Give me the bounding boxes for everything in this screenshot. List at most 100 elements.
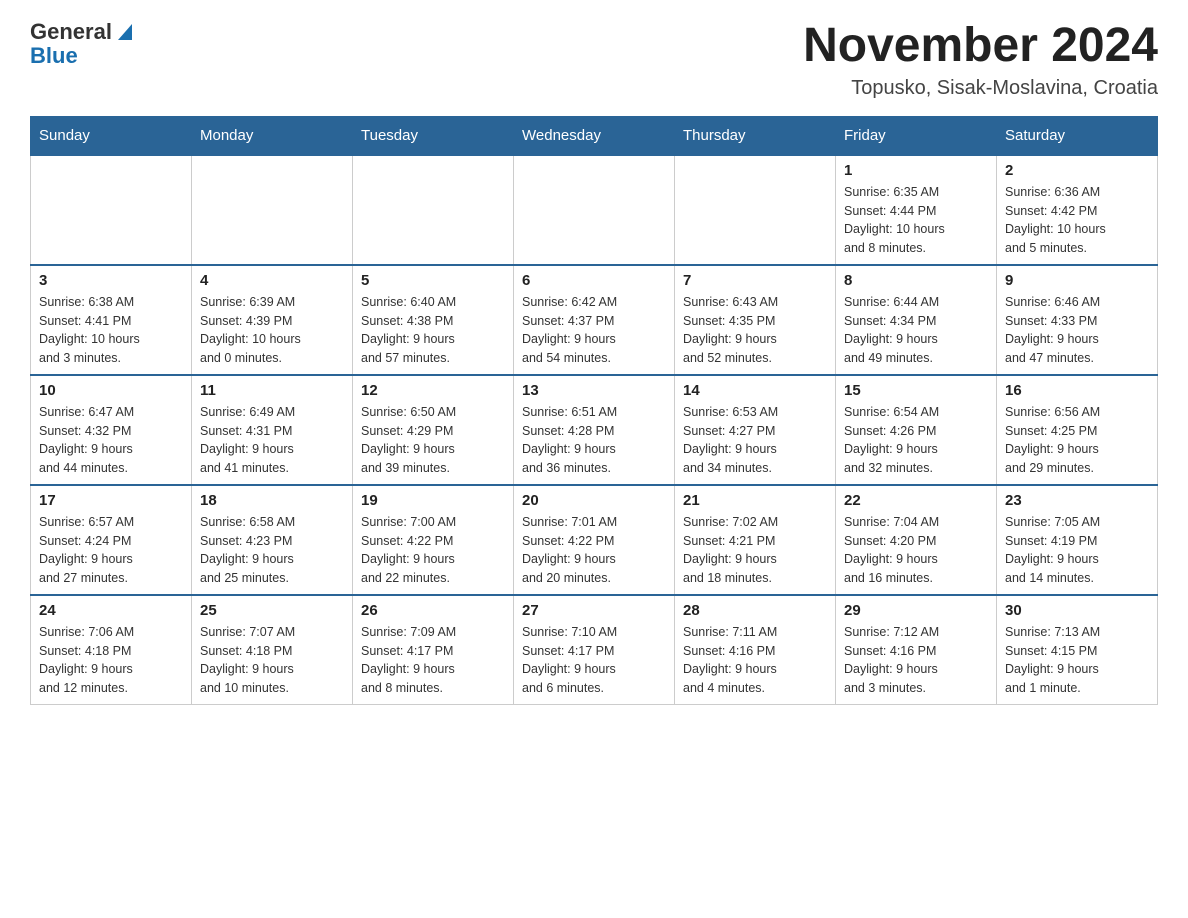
- day-info: Sunrise: 7:07 AM Sunset: 4:18 PM Dayligh…: [200, 623, 344, 698]
- day-number: 25: [200, 602, 344, 619]
- calendar-cell: 29Sunrise: 7:12 AM Sunset: 4:16 PM Dayli…: [836, 595, 997, 705]
- calendar-cell: 24Sunrise: 7:06 AM Sunset: 4:18 PM Dayli…: [31, 595, 192, 705]
- weekday-header-wednesday: Wednesday: [514, 116, 675, 155]
- weekday-header-tuesday: Tuesday: [353, 116, 514, 155]
- logo-text-blue: Blue: [30, 44, 136, 68]
- day-info: Sunrise: 7:09 AM Sunset: 4:17 PM Dayligh…: [361, 623, 505, 698]
- calendar-cell: 2Sunrise: 6:36 AM Sunset: 4:42 PM Daylig…: [997, 155, 1158, 265]
- week-row-4: 17Sunrise: 6:57 AM Sunset: 4:24 PM Dayli…: [31, 485, 1158, 595]
- day-info: Sunrise: 7:10 AM Sunset: 4:17 PM Dayligh…: [522, 623, 666, 698]
- day-number: 26: [361, 602, 505, 619]
- calendar-cell: 7 Sunrise: 6:43 AM Sunset: 4:35 PM Daylig…: [675, 265, 836, 375]
- calendar-cell: [675, 155, 836, 265]
- week-row-1: 1 Sunrise: 6:35 AM Sunset: 4:44 PM Daylig…: [31, 155, 1158, 265]
- calendar-cell: 27 Sunrise: 7:10 AM Sunset: 4:17 PM Dayli…: [514, 595, 675, 705]
- day-info: Sunrise: 6:35 AM Sunset: 4:44 PM Dayligh…: [844, 183, 988, 258]
- day-number: 14: [683, 382, 827, 399]
- day-number: 17: [39, 492, 183, 509]
- calendar-cell: 19 Sunrise: 7:00 AM Sunset: 4:22 PM Dayli…: [353, 485, 514, 595]
- calendar-cell: 16Sunrise: 6:56 AM Sunset: 4:25 PM Dayli…: [997, 375, 1158, 485]
- calendar-cell: 8Sunrise: 6:44 AM Sunset: 4:34 PM Daylig…: [836, 265, 997, 375]
- page-title: November 2024: [803, 20, 1158, 73]
- calendar-cell: 26 Sunrise: 7:09 AM Sunset: 4:17 PM Dayli…: [353, 595, 514, 705]
- weekday-header-friday: Friday: [836, 116, 997, 155]
- page-header: General Blue November 2024 Topusko, Sisa…: [30, 20, 1158, 100]
- calendar-cell: 25 Sunrise: 7:07 AM Sunset: 4:18 PM Dayli…: [192, 595, 353, 705]
- calendar-cell: 10Sunrise: 6:47 AM Sunset: 4:32 PM Dayli…: [31, 375, 192, 485]
- day-info: Sunrise: 6:43 AM Sunset: 4:35 PM Dayligh…: [683, 293, 827, 368]
- day-number: 15: [844, 382, 988, 399]
- day-info: Sunrise: 7:11 AM Sunset: 4:16 PM Dayligh…: [683, 623, 827, 698]
- calendar-cell: 5 Sunrise: 6:40 AM Sunset: 4:38 PM Daylig…: [353, 265, 514, 375]
- day-number: 27: [522, 602, 666, 619]
- page-subtitle: Topusko, Sisak-Moslavina, Croatia: [803, 77, 1158, 100]
- day-number: 16: [1005, 382, 1149, 399]
- calendar-cell: 18 Sunrise: 6:58 AM Sunset: 4:23 PM Dayli…: [192, 485, 353, 595]
- week-row-2: 3 Sunrise: 6:38 AM Sunset: 4:41 PM Daylig…: [31, 265, 1158, 375]
- day-info: Sunrise: 6:50 AM Sunset: 4:29 PM Dayligh…: [361, 403, 505, 478]
- calendar-cell: 1 Sunrise: 6:35 AM Sunset: 4:44 PM Daylig…: [836, 155, 997, 265]
- day-number: 5: [361, 272, 505, 289]
- day-info: Sunrise: 7:12 AM Sunset: 4:16 PM Dayligh…: [844, 623, 988, 698]
- calendar-cell: 23Sunrise: 7:05 AM Sunset: 4:19 PM Dayli…: [997, 485, 1158, 595]
- day-number: 11: [200, 382, 344, 399]
- weekday-header-sunday: Sunday: [31, 116, 192, 155]
- day-number: 20: [522, 492, 666, 509]
- calendar-cell: 3 Sunrise: 6:38 AM Sunset: 4:41 PM Daylig…: [31, 265, 192, 375]
- day-info: Sunrise: 6:44 AM Sunset: 4:34 PM Dayligh…: [844, 293, 988, 368]
- day-number: 1: [844, 162, 988, 179]
- day-info: Sunrise: 6:38 AM Sunset: 4:41 PM Dayligh…: [39, 293, 183, 368]
- calendar-cell: 6 Sunrise: 6:42 AM Sunset: 4:37 PM Daylig…: [514, 265, 675, 375]
- calendar-cell: 12 Sunrise: 6:50 AM Sunset: 4:29 PM Dayli…: [353, 375, 514, 485]
- day-info: Sunrise: 6:42 AM Sunset: 4:37 PM Dayligh…: [522, 293, 666, 368]
- day-number: 2: [1005, 162, 1149, 179]
- title-block: November 2024 Topusko, Sisak-Moslavina, …: [803, 20, 1158, 100]
- day-number: 10: [39, 382, 183, 399]
- calendar-cell: 17Sunrise: 6:57 AM Sunset: 4:24 PM Dayli…: [31, 485, 192, 595]
- day-info: Sunrise: 6:53 AM Sunset: 4:27 PM Dayligh…: [683, 403, 827, 478]
- day-info: Sunrise: 7:04 AM Sunset: 4:20 PM Dayligh…: [844, 513, 988, 588]
- day-info: Sunrise: 7:00 AM Sunset: 4:22 PM Dayligh…: [361, 513, 505, 588]
- day-info: Sunrise: 6:58 AM Sunset: 4:23 PM Dayligh…: [200, 513, 344, 588]
- day-number: 3: [39, 272, 183, 289]
- day-number: 9: [1005, 272, 1149, 289]
- day-info: Sunrise: 7:01 AM Sunset: 4:22 PM Dayligh…: [522, 513, 666, 588]
- calendar-cell: 9 Sunrise: 6:46 AM Sunset: 4:33 PM Daylig…: [997, 265, 1158, 375]
- day-info: Sunrise: 7:02 AM Sunset: 4:21 PM Dayligh…: [683, 513, 827, 588]
- calendar-cell: [514, 155, 675, 265]
- calendar-header-row: SundayMondayTuesdayWednesdayThursdayFrid…: [31, 116, 1158, 155]
- day-info: Sunrise: 7:06 AM Sunset: 4:18 PM Dayligh…: [39, 623, 183, 698]
- day-info: Sunrise: 6:40 AM Sunset: 4:38 PM Dayligh…: [361, 293, 505, 368]
- day-number: 12: [361, 382, 505, 399]
- day-number: 30: [1005, 602, 1149, 619]
- day-info: Sunrise: 6:49 AM Sunset: 4:31 PM Dayligh…: [200, 403, 344, 478]
- weekday-header-thursday: Thursday: [675, 116, 836, 155]
- calendar-cell: 22Sunrise: 7:04 AM Sunset: 4:20 PM Dayli…: [836, 485, 997, 595]
- weekday-header-saturday: Saturday: [997, 116, 1158, 155]
- calendar-cell: 15Sunrise: 6:54 AM Sunset: 4:26 PM Dayli…: [836, 375, 997, 485]
- logo: General Blue: [30, 20, 136, 68]
- logo-text-general: General: [30, 20, 112, 44]
- calendar-cell: 20 Sunrise: 7:01 AM Sunset: 4:22 PM Dayli…: [514, 485, 675, 595]
- day-number: 28: [683, 602, 827, 619]
- calendar-cell: 11 Sunrise: 6:49 AM Sunset: 4:31 PM Dayli…: [192, 375, 353, 485]
- calendar-cell: 13 Sunrise: 6:51 AM Sunset: 4:28 PM Dayli…: [514, 375, 675, 485]
- calendar-cell: 30Sunrise: 7:13 AM Sunset: 4:15 PM Dayli…: [997, 595, 1158, 705]
- calendar-cell: 21 Sunrise: 7:02 AM Sunset: 4:21 PM Dayli…: [675, 485, 836, 595]
- day-info: Sunrise: 6:51 AM Sunset: 4:28 PM Dayligh…: [522, 403, 666, 478]
- weekday-header-monday: Monday: [192, 116, 353, 155]
- day-number: 19: [361, 492, 505, 509]
- day-number: 7: [683, 272, 827, 289]
- day-number: 21: [683, 492, 827, 509]
- day-number: 6: [522, 272, 666, 289]
- day-number: 13: [522, 382, 666, 399]
- day-number: 23: [1005, 492, 1149, 509]
- calendar-table: SundayMondayTuesdayWednesdayThursdayFrid…: [30, 116, 1158, 705]
- logo-triangle-icon: [114, 20, 136, 42]
- day-info: Sunrise: 6:39 AM Sunset: 4:39 PM Dayligh…: [200, 293, 344, 368]
- day-number: 18: [200, 492, 344, 509]
- calendar-cell: [192, 155, 353, 265]
- calendar-cell: [31, 155, 192, 265]
- day-info: Sunrise: 6:46 AM Sunset: 4:33 PM Dayligh…: [1005, 293, 1149, 368]
- calendar-cell: [353, 155, 514, 265]
